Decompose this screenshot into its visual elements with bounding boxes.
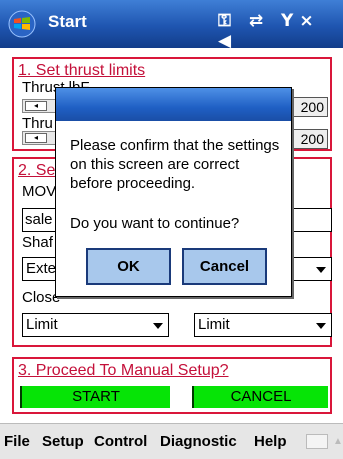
dropdown-value: Exte [26, 260, 57, 277]
thrust-2-value[interactable]: 200 [290, 129, 328, 149]
title-bar: Start ⚿ ⇄ Y× ◀ [0, 0, 343, 51]
section-2-title: 2. Se [18, 162, 56, 179]
shaft-label: Shaf [22, 234, 53, 251]
slider-thumb[interactable]: ◂ [25, 133, 47, 143]
section-1-title: 1. Set thrust limits [18, 62, 146, 79]
start-button[interactable]: START [20, 386, 170, 408]
dropdown-value: Limit [198, 316, 230, 333]
menu-file[interactable]: File [4, 433, 30, 450]
dialog-title-bar [56, 88, 291, 121]
windows-logo-icon[interactable] [8, 10, 36, 38]
window-title: Start [48, 12, 87, 31]
menu-bar: File Setup Control Diagnostic Help ▲ [0, 423, 343, 459]
status-icons[interactable]: ⚿ ⇄ Y× ◀ [218, 11, 343, 51]
chevron-down-icon [316, 323, 326, 329]
menu-control[interactable]: Control [94, 433, 147, 450]
menu-help[interactable]: Help [254, 433, 287, 450]
ok-button[interactable]: OK [86, 248, 171, 285]
mov-label: MOV [22, 183, 57, 200]
confirm-dialog: Please confirm that the settings on this… [55, 87, 292, 297]
chevron-down-icon [153, 323, 163, 329]
cancel-setup-button[interactable]: CANCEL [192, 386, 328, 408]
section-3-title: 3. Proceed To Manual Setup? [18, 362, 229, 379]
caret-up-icon[interactable]: ▲ [333, 436, 343, 447]
dialog-question: Do you want to continue? [70, 215, 240, 232]
dialog-cancel-button[interactable]: Cancel [182, 248, 267, 285]
keyboard-icon[interactable] [306, 434, 328, 449]
close-left-dropdown[interactable]: Limit [22, 313, 169, 337]
dropdown-value: Limit [26, 316, 58, 333]
chevron-down-icon [316, 267, 326, 273]
dialog-message: Please confirm that the settings on this… [70, 137, 280, 192]
slider-thumb[interactable]: ◂ [25, 101, 47, 111]
thrust-2-label: Thru [22, 115, 53, 132]
menu-setup[interactable]: Setup [42, 433, 84, 450]
thrust-1-value[interactable]: 200 [290, 97, 328, 117]
close-right-dropdown[interactable]: Limit [194, 313, 332, 337]
menu-diagnostic[interactable]: Diagnostic [160, 433, 237, 450]
